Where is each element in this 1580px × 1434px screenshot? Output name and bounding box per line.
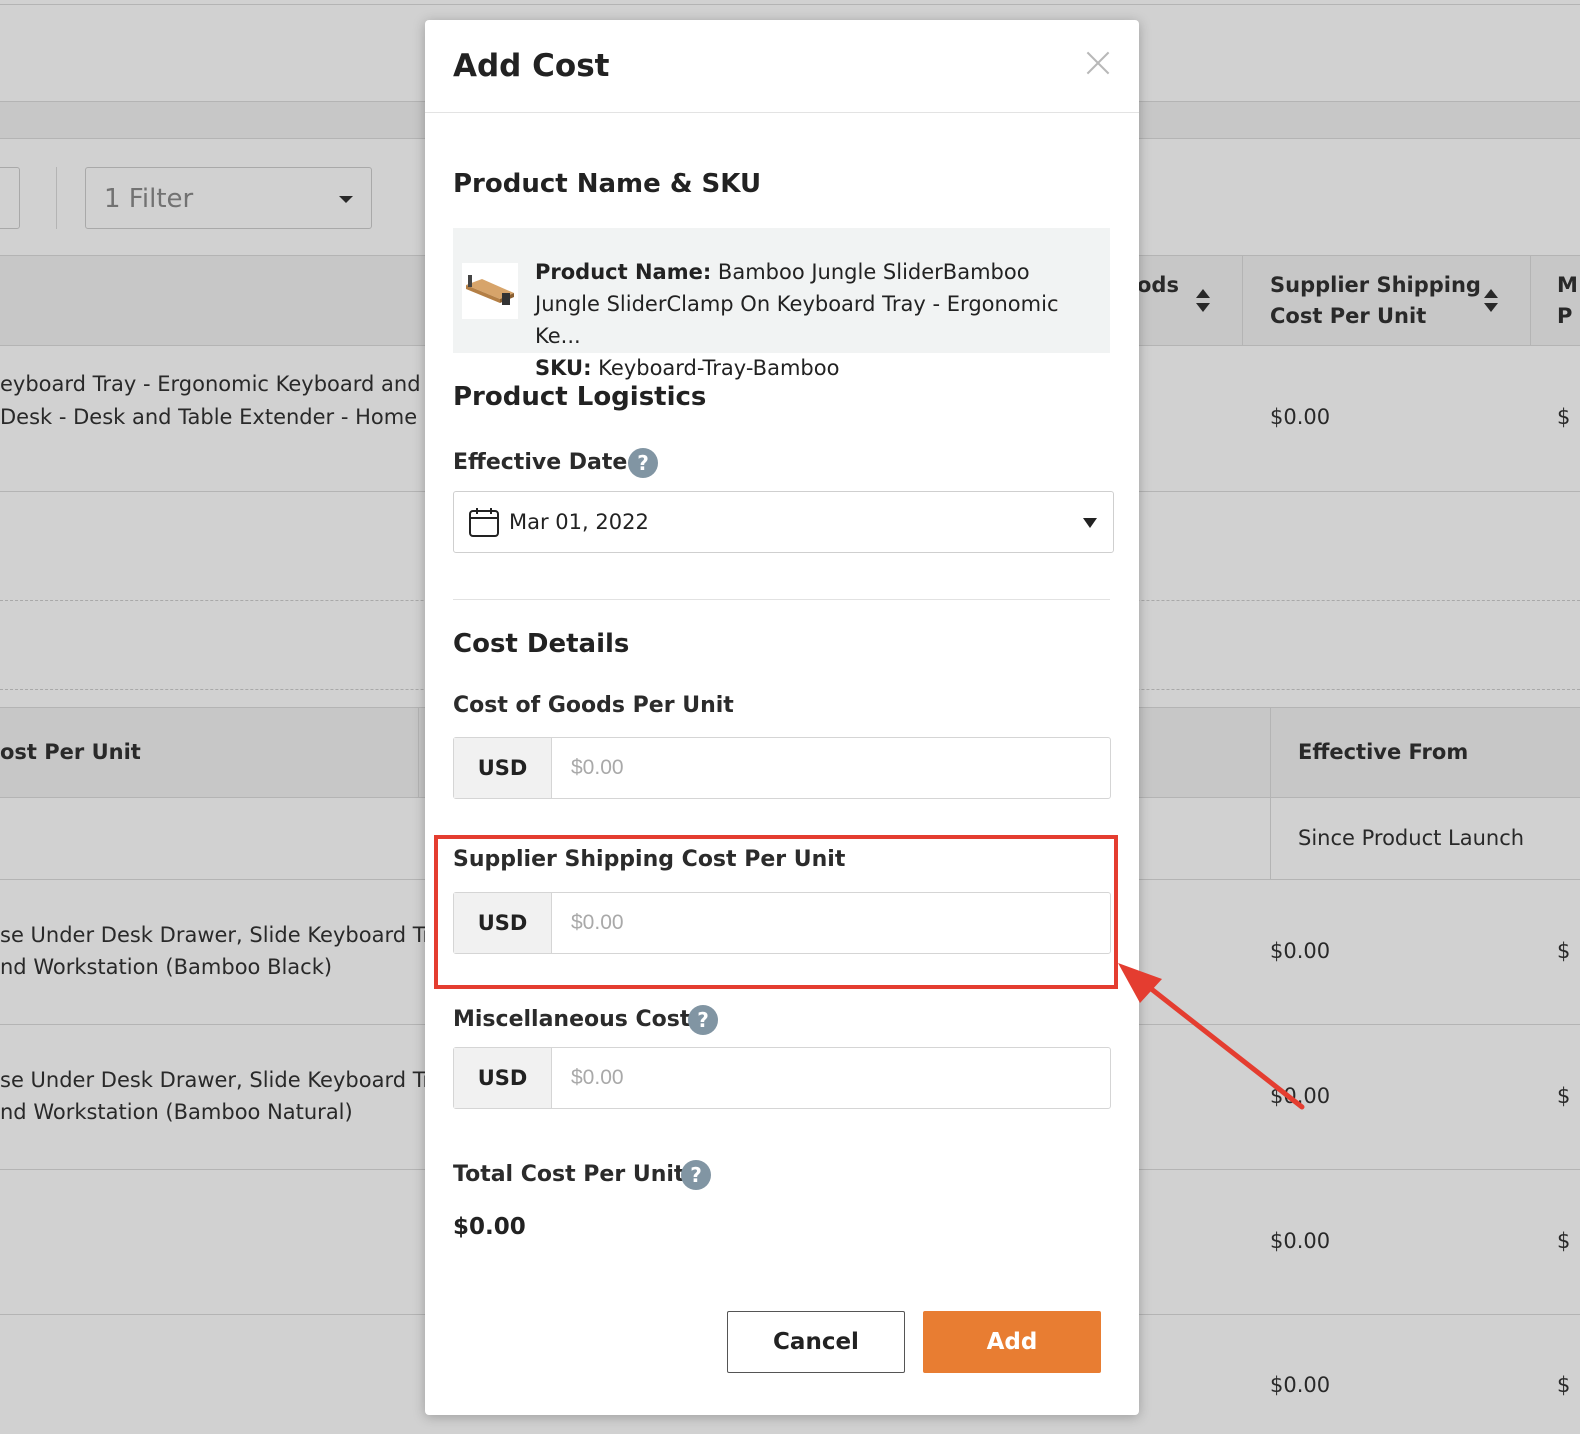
add-cost-modal: Add Cost Product Name & SKU Product Name… [425, 20, 1139, 1415]
cogs-label: Cost of Goods Per Unit [453, 693, 734, 718]
caret-down-icon [1083, 518, 1097, 528]
effective-date-label: Effective Date [453, 450, 628, 475]
add-button[interactable]: Add [923, 1311, 1101, 1373]
effective-date-select[interactable]: Mar 01, 2022 [453, 491, 1114, 553]
misc-cost-label: Miscellaneous Cost [453, 1007, 691, 1032]
currency-addon: USD [454, 738, 552, 798]
modal-title: Add Cost [453, 48, 610, 84]
help-icon[interactable]: ? [681, 1160, 711, 1190]
help-icon[interactable]: ? [688, 1005, 718, 1035]
product-thumbnail [462, 263, 518, 319]
highlight-annotation-box [434, 835, 1118, 989]
help-icon[interactable]: ? [628, 448, 658, 478]
product-card: Product Name: Bamboo Jungle SliderBamboo… [453, 228, 1110, 380]
misc-cost-input[interactable] [553, 1048, 1109, 1108]
currency-addon: USD [454, 1048, 552, 1108]
total-cost-value: $0.00 [453, 1214, 526, 1240]
cancel-button[interactable]: Cancel [727, 1311, 905, 1373]
cogs-input[interactable] [553, 738, 1109, 798]
close-icon[interactable] [1085, 50, 1111, 76]
modal-header: Add Cost [425, 20, 1139, 113]
sku-value: Keyboard-Tray-Bamboo [598, 356, 840, 380]
total-cost-label: Total Cost Per Unit [453, 1162, 685, 1187]
cost-details-title: Cost Details [453, 629, 630, 659]
product-info: Product Name: Bamboo Jungle SliderBamboo… [535, 256, 1095, 384]
product-name-label: Product Name: [535, 260, 712, 284]
sku-label: SKU: [535, 356, 592, 380]
calendar-icon [469, 508, 499, 537]
misc-cost-input-group: USD [453, 1047, 1111, 1109]
section-divider [453, 599, 1110, 600]
cogs-input-group: USD [453, 737, 1111, 799]
product-section-title: Product Name & SKU [453, 169, 762, 199]
logistics-section-title: Product Logistics [453, 382, 707, 412]
effective-date-value: Mar 01, 2022 [509, 510, 649, 534]
annotation-arrow [1118, 963, 1305, 1110]
